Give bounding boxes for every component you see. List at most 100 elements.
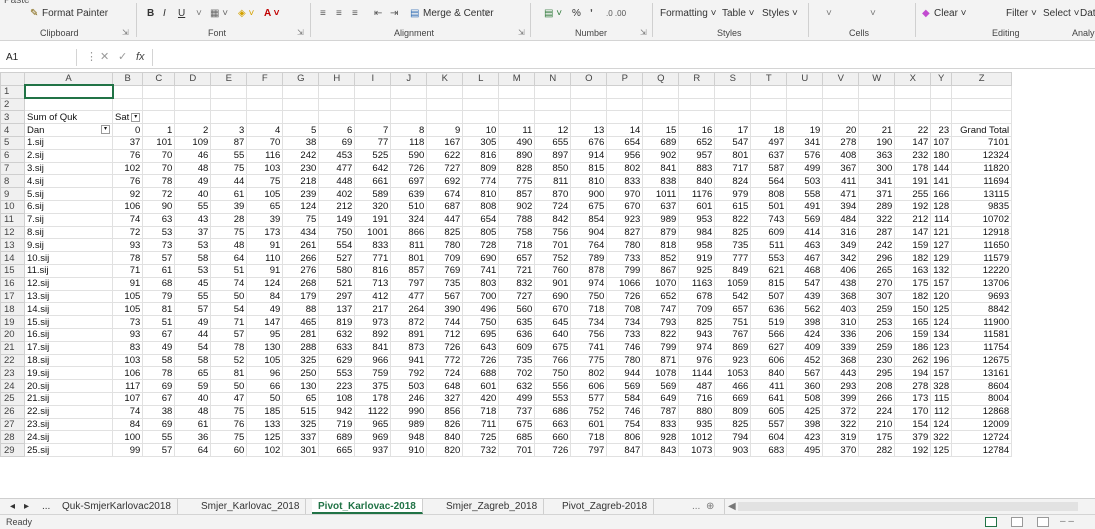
row-header[interactable]: 10 — [0, 199, 25, 214]
value-cell[interactable]: 191 — [354, 212, 392, 227]
value-cell[interactable]: 718 — [462, 404, 500, 419]
value-cell[interactable]: 649 — [642, 391, 680, 406]
cell[interactable] — [822, 84, 860, 99]
value-cell[interactable]: 167 — [426, 135, 464, 150]
cell[interactable] — [390, 110, 428, 125]
value-cell[interactable]: 339 — [822, 340, 860, 355]
pivot-row-field[interactable]: Dan ▾ — [24, 123, 113, 137]
fill-color-icon[interactable]: ◈ ˅ — [238, 7, 254, 21]
value-cell[interactable]: 499 — [498, 391, 536, 406]
value-cell[interactable]: 507 — [750, 289, 788, 304]
value-cell[interactable]: 101 — [142, 135, 176, 150]
hour-header[interactable]: 9 — [426, 123, 464, 137]
value-cell[interactable]: 43 — [174, 212, 212, 227]
value-cell[interactable]: 320 — [354, 199, 392, 214]
value-cell[interactable]: 819 — [318, 315, 356, 329]
value-cell[interactable]: 820 — [426, 443, 464, 457]
value-cell[interactable]: 65 — [282, 391, 320, 406]
value-cell[interactable]: 78 — [142, 174, 176, 189]
grand-total-cell[interactable]: 11900 — [951, 315, 1013, 329]
column-header[interactable]: C — [142, 72, 176, 86]
value-cell[interactable]: 39 — [246, 212, 284, 227]
value-cell[interactable]: 423 — [786, 430, 824, 445]
value-cell[interactable]: 554 — [318, 238, 356, 253]
value-cell[interactable]: 1066 — [606, 276, 644, 291]
row-label[interactable]: 7.sij — [24, 212, 113, 227]
accounting-format-icon[interactable]: ▤ ˅ — [544, 7, 562, 21]
value-cell[interactable]: 966 — [354, 353, 392, 368]
value-cell[interactable]: 609 — [750, 225, 788, 240]
value-cell[interactable]: 735 — [426, 276, 464, 291]
value-cell[interactable]: 690 — [462, 251, 500, 265]
value-cell[interactable]: 53 — [174, 238, 212, 253]
value-cell[interactable]: 700 — [462, 289, 500, 304]
hour-header[interactable]: 18 — [750, 123, 788, 137]
value-cell[interactable]: 70 — [142, 148, 176, 163]
value-cell[interactable]: 716 — [678, 391, 716, 406]
decrease-indent-icon[interactable]: ⇤ — [374, 7, 382, 21]
value-cell[interactable]: 797 — [570, 443, 608, 457]
value-cell[interactable]: 633 — [318, 340, 356, 355]
value-cell[interactable]: 711 — [462, 417, 500, 432]
cell[interactable] — [678, 84, 716, 99]
column-header[interactable]: I — [354, 72, 392, 86]
tab-more-left[interactable]: ... — [40, 499, 52, 514]
value-cell[interactable]: 801 — [714, 148, 752, 163]
column-header[interactable]: P — [606, 72, 644, 86]
data-button[interactable]: Dat — [1080, 7, 1095, 21]
value-cell[interactable]: 72 — [142, 187, 176, 201]
value-cell[interactable]: 186 — [894, 340, 932, 355]
value-cell[interactable]: 657 — [714, 302, 752, 317]
value-cell[interactable]: 253 — [858, 315, 896, 329]
value-cell[interactable]: 182 — [894, 251, 932, 265]
value-cell[interactable]: 49 — [174, 315, 212, 329]
value-cell[interactable]: 689 — [318, 430, 356, 445]
value-cell[interactable]: 48 — [210, 238, 248, 253]
value-cell[interactable]: 78 — [111, 251, 144, 265]
value-cell[interactable]: 871 — [642, 353, 680, 368]
value-cell[interactable]: 606 — [750, 353, 788, 368]
value-cell[interactable]: 206 — [858, 327, 896, 342]
value-cell[interactable]: 925 — [678, 263, 716, 278]
cell[interactable] — [534, 97, 572, 112]
value-cell[interactable]: 242 — [858, 238, 896, 253]
align-right-icon[interactable]: ≡ — [352, 7, 358, 21]
row-header[interactable]: 12 — [0, 225, 25, 240]
value-cell[interactable]: 942 — [318, 404, 356, 419]
value-cell[interactable]: 54 — [210, 302, 248, 317]
cell[interactable] — [390, 84, 428, 99]
value-cell[interactable]: 61 — [210, 187, 248, 201]
value-cell[interactable]: 733 — [606, 251, 644, 265]
row-header[interactable]: 27 — [0, 417, 25, 432]
value-cell[interactable]: 842 — [534, 212, 572, 227]
grand-total-cell[interactable]: 11820 — [951, 161, 1013, 176]
value-cell[interactable]: 850 — [534, 161, 572, 176]
value-cell[interactable]: 173 — [894, 391, 932, 406]
value-cell[interactable]: 165 — [894, 315, 932, 329]
value-cell[interactable]: 425 — [786, 404, 824, 419]
value-cell[interactable]: 627 — [750, 340, 788, 355]
hour-header[interactable]: 15 — [642, 123, 680, 137]
bold-button[interactable]: B — [147, 7, 154, 21]
value-cell[interactable]: 701 — [498, 443, 536, 457]
value-cell[interactable]: 833 — [354, 238, 392, 253]
value-cell[interactable]: 590 — [390, 148, 428, 163]
value-cell[interactable]: 147 — [894, 135, 932, 150]
grand-total-cell[interactable]: 8004 — [951, 391, 1013, 406]
cell[interactable] — [142, 97, 176, 112]
value-cell[interactable]: 84 — [111, 417, 144, 432]
value-cell[interactable]: 224 — [858, 404, 896, 419]
value-cell[interactable]: 615 — [714, 199, 752, 214]
value-cell[interactable]: 496 — [462, 302, 500, 317]
value-cell[interactable]: 88 — [282, 302, 320, 317]
cell[interactable] — [951, 97, 1013, 112]
value-cell[interactable]: 120 — [930, 289, 953, 304]
value-cell[interactable]: 756 — [534, 225, 572, 240]
value-cell[interactable]: 102 — [111, 161, 144, 176]
column-header[interactable]: J — [390, 72, 428, 86]
row-header[interactable]: 3 — [0, 110, 25, 125]
value-cell[interactable]: 51 — [142, 315, 176, 329]
value-cell[interactable]: 676 — [570, 135, 608, 150]
value-cell[interactable]: 468 — [786, 263, 824, 278]
value-cell[interactable]: 621 — [750, 263, 788, 278]
